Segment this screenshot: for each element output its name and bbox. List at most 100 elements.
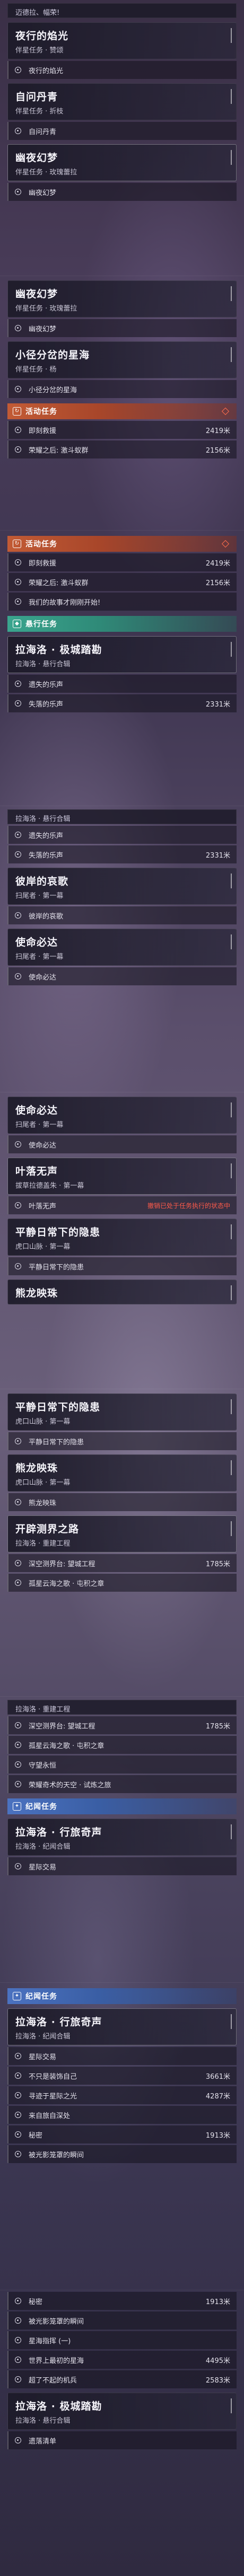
quest-card[interactable]: 幽夜幻梦 伴星任务 · 玫瑰蕾拉 (7, 144, 237, 181)
sub-objective[interactable]: 夜行的焰光 (7, 61, 237, 79)
quest-subtitle: 拉海洛 · 纪闻合辑 (15, 2033, 71, 2041)
sub-objective[interactable]: 荣耀之后: 激斗蚁群 2156米 (7, 440, 237, 458)
sub-objective[interactable]: 荣耀奇术的天空 · 试炼之旅 (7, 1775, 237, 1793)
objective-label: 平静日常下的隐患 (29, 1438, 84, 1446)
screen-capture-5: 使命必达 扫尾者 · 第一幕 使命必达叶落无声 拔草拉德盖朱 · 第一幕 叶落无声 撤销已… (0, 1092, 244, 1304)
sub-objective[interactable]: 遗失的乐声 (7, 675, 237, 693)
card-corner-bracket (229, 28, 232, 43)
sub-objective[interactable]: 幽夜幻梦 (7, 319, 237, 337)
category-header[interactable]: ✦ 纪闻任务 (7, 1798, 237, 1814)
objective-distance: 2419米 (205, 427, 230, 435)
sub-objective[interactable]: 深空测界台: 望城工程 1785米 (7, 1716, 237, 1734)
objective-dot-icon (15, 2376, 21, 2383)
sub-objective[interactable]: 遗落清单 (7, 2431, 237, 2449)
quest-card[interactable]: 开辟测界之路 拉海洛 · 重建工程 (7, 1515, 237, 1552)
card-corner-bracket (229, 1399, 232, 1414)
quest-card[interactable]: 平静日常下的隐患 虎口山脉 · 第一幕 (7, 1393, 237, 1431)
sub-objective[interactable]: 彼岸的哀歌 (7, 906, 237, 924)
card-corner-bracket (229, 347, 232, 362)
quest-card[interactable]: 熊龙映珠 虎口山脉 · 第一幕 (7, 1454, 237, 1492)
quest-card[interactable]: 自问丹青 伴星任务 · 折枝 (7, 83, 237, 120)
objective-label: 失落的乐声 (29, 700, 64, 709)
quest-title: 拉海洛 · 行旅奇声 (15, 1827, 102, 1838)
quest-card[interactable]: 使命必达 扫尾者 · 第一幕 (7, 929, 237, 966)
objective-label: 夜行的焰光 (29, 67, 64, 75)
objective-dot-icon (15, 1781, 21, 1787)
sub-objective[interactable]: 幽夜幻梦 (7, 183, 237, 201)
quest-card[interactable]: 平静日常下的隐患 虎口山脉 · 第一幕 (7, 1219, 237, 1256)
quest-card[interactable]: 使命必达 扫尾者 · 第一幕 (7, 1097, 237, 1134)
objective-dot-icon (15, 832, 21, 838)
objective-dot-icon (15, 2437, 21, 2443)
objective-dot-icon (15, 325, 21, 331)
sub-objective[interactable]: 孤星云海之歌 · 屯积之章 (7, 1736, 237, 1754)
sub-objective[interactable]: 即刻救援 2419米 (7, 421, 237, 439)
screen-capture-8: ✦ 纪闻任务拉海洛 · 行旅奇声 拉海洛 · 纪闻合辑星际交易不只是装饰自己 3661… (0, 1982, 244, 2163)
quest-title: 使命必达 (15, 937, 58, 948)
sub-objective[interactable]: 孤星云海之歌 · 屯积之章 (7, 1574, 237, 1592)
sub-objective[interactable]: 叶落无声 撤销已处于任务执行的状态中 (7, 1196, 237, 1214)
quest-title: 幽夜幻梦 (15, 288, 58, 300)
quest-card[interactable]: 熊龙映珠 (7, 1280, 237, 1304)
card-corner-bracket (229, 1521, 232, 1536)
sub-objective[interactable]: 我们的故事才刚刚开始! (7, 593, 237, 611)
objective-label: 平静日常下的隐患 (29, 1263, 84, 1272)
sub-objective[interactable]: 秘密 1913米 (7, 2125, 237, 2143)
sub-objective[interactable]: 星海指挥 (一) (7, 2331, 237, 2349)
card-corner-bracket (229, 1285, 232, 1300)
objective-label: 彼岸的哀歌 (29, 912, 64, 921)
sub-objective[interactable]: 平静日常下的隐患 (7, 1257, 237, 1275)
sub-objective[interactable]: 平静日常下的隐患 (7, 1432, 237, 1450)
top-hint: 迈德拉、幅荣! (7, 3, 237, 18)
quest-card[interactable]: 幽夜幻梦 伴星任务 · 玫瑰蕾拉 (7, 280, 237, 317)
quest-title: 熊龙映珠 (15, 1287, 58, 1299)
quest-card[interactable]: 小径分岔的星海 伴星任务 · 杨 (7, 341, 237, 378)
sub-objective[interactable]: 深空测界台: 望城工程 1785米 (7, 1554, 237, 1572)
quest-card[interactable]: 拉海洛 · 极城踏勘 拉海洛 · 悬行合辑 (7, 2393, 237, 2430)
category-header[interactable]: ↻ 活动任务 (7, 403, 237, 419)
sub-objective[interactable]: 失落的乐声 2331米 (7, 694, 237, 712)
sub-objective[interactable]: 守望永恒 (7, 1755, 237, 1774)
quest-subtitle: 伴星任务 · 玫瑰蕾拉 (15, 169, 77, 177)
sub-objective[interactable]: 来自旅自深处 (7, 2106, 237, 2124)
sub-objective[interactable]: 失落的乐声 2331米 (7, 845, 237, 863)
sub-objective[interactable]: 自问丹青 (7, 122, 237, 140)
category-header[interactable]: ◆ 悬行任务 (7, 616, 237, 632)
quest-card[interactable]: 叶落无声 拔草拉德盖朱 · 第一幕 (7, 1158, 237, 1195)
sub-objective[interactable]: 星际交易 (7, 2047, 237, 2065)
quest-card[interactable]: 拉海洛 · 行旅奇声 拉海洛 · 纪闻合辑 (7, 1819, 237, 1856)
sub-objective[interactable]: 遗失的乐声 (7, 826, 237, 844)
sub-objective[interactable]: 不只是装饰自己 3661米 (7, 2067, 237, 2085)
track-diamond-icon (221, 540, 230, 548)
category-header[interactable]: ↻ 活动任务 (7, 536, 237, 552)
objective-label: 荣耀奇术的天空 · 试炼之旅 (29, 1781, 111, 1789)
sub-objective[interactable]: 使命必达 (7, 967, 237, 985)
sub-objective[interactable]: 秘密 1913米 (7, 2292, 237, 2310)
sub-objective[interactable]: 熊龙映珠 (7, 1493, 237, 1511)
sub-objective[interactable]: 被光影笼罩的瞬间 (7, 2312, 237, 2330)
quest-card[interactable]: 夜行的焰光 伴星任务 · 赞颂 (7, 22, 237, 59)
screen-capture-4: 拉海洛 · 悬行合辑 遗失的乐声 失落的乐声 2331米 彼岸的哀歌 扫尾者 · 第一幕彼… (0, 806, 244, 985)
sub-objective[interactable]: 使命必达 (7, 1135, 237, 1153)
category-header[interactable]: ✦ 纪闻任务 (7, 1988, 237, 2004)
objective-dot-icon (15, 1499, 21, 1505)
objective-dot-icon (15, 1263, 21, 1269)
category-icon: ◆ (13, 620, 21, 628)
sub-objective[interactable]: 世界上最初的星海 4495米 (7, 2351, 237, 2369)
card-corner-bracket (229, 1224, 232, 1239)
sub-objective[interactable]: 荣耀之后: 激斗蚁群 2156米 (7, 573, 237, 591)
objective-label: 秘密 (29, 2298, 43, 2306)
sub-objective[interactable]: 寻迹于星际之光 4287米 (7, 2086, 237, 2104)
quest-card[interactable]: 拉海洛 · 极城踏勘 拉海洛 · 悬行合辑 (7, 636, 237, 673)
quest-card[interactable]: 彼岸的哀歌 扫尾者 · 第一幕 (7, 868, 237, 905)
objective-dot-icon (15, 1438, 21, 1444)
quest-card[interactable]: 拉海洛 · 行旅奇声 拉海洛 · 纪闻合辑 (7, 2008, 237, 2045)
card-corner-bracket (229, 642, 232, 657)
sub-objective[interactable]: 即刻救援 2419米 (7, 553, 237, 571)
card-corner-bracket (229, 150, 232, 165)
sub-objective[interactable]: 被光影笼罩的瞬间 (7, 2145, 237, 2163)
objective-label: 即刻救援 (29, 427, 57, 435)
sub-objective[interactable]: 超了不起的机兵 2583米 (7, 2370, 237, 2388)
sub-objective[interactable]: 星际交易 (7, 1857, 237, 1875)
sub-objective[interactable]: 小径分岔的星海 (7, 380, 237, 398)
